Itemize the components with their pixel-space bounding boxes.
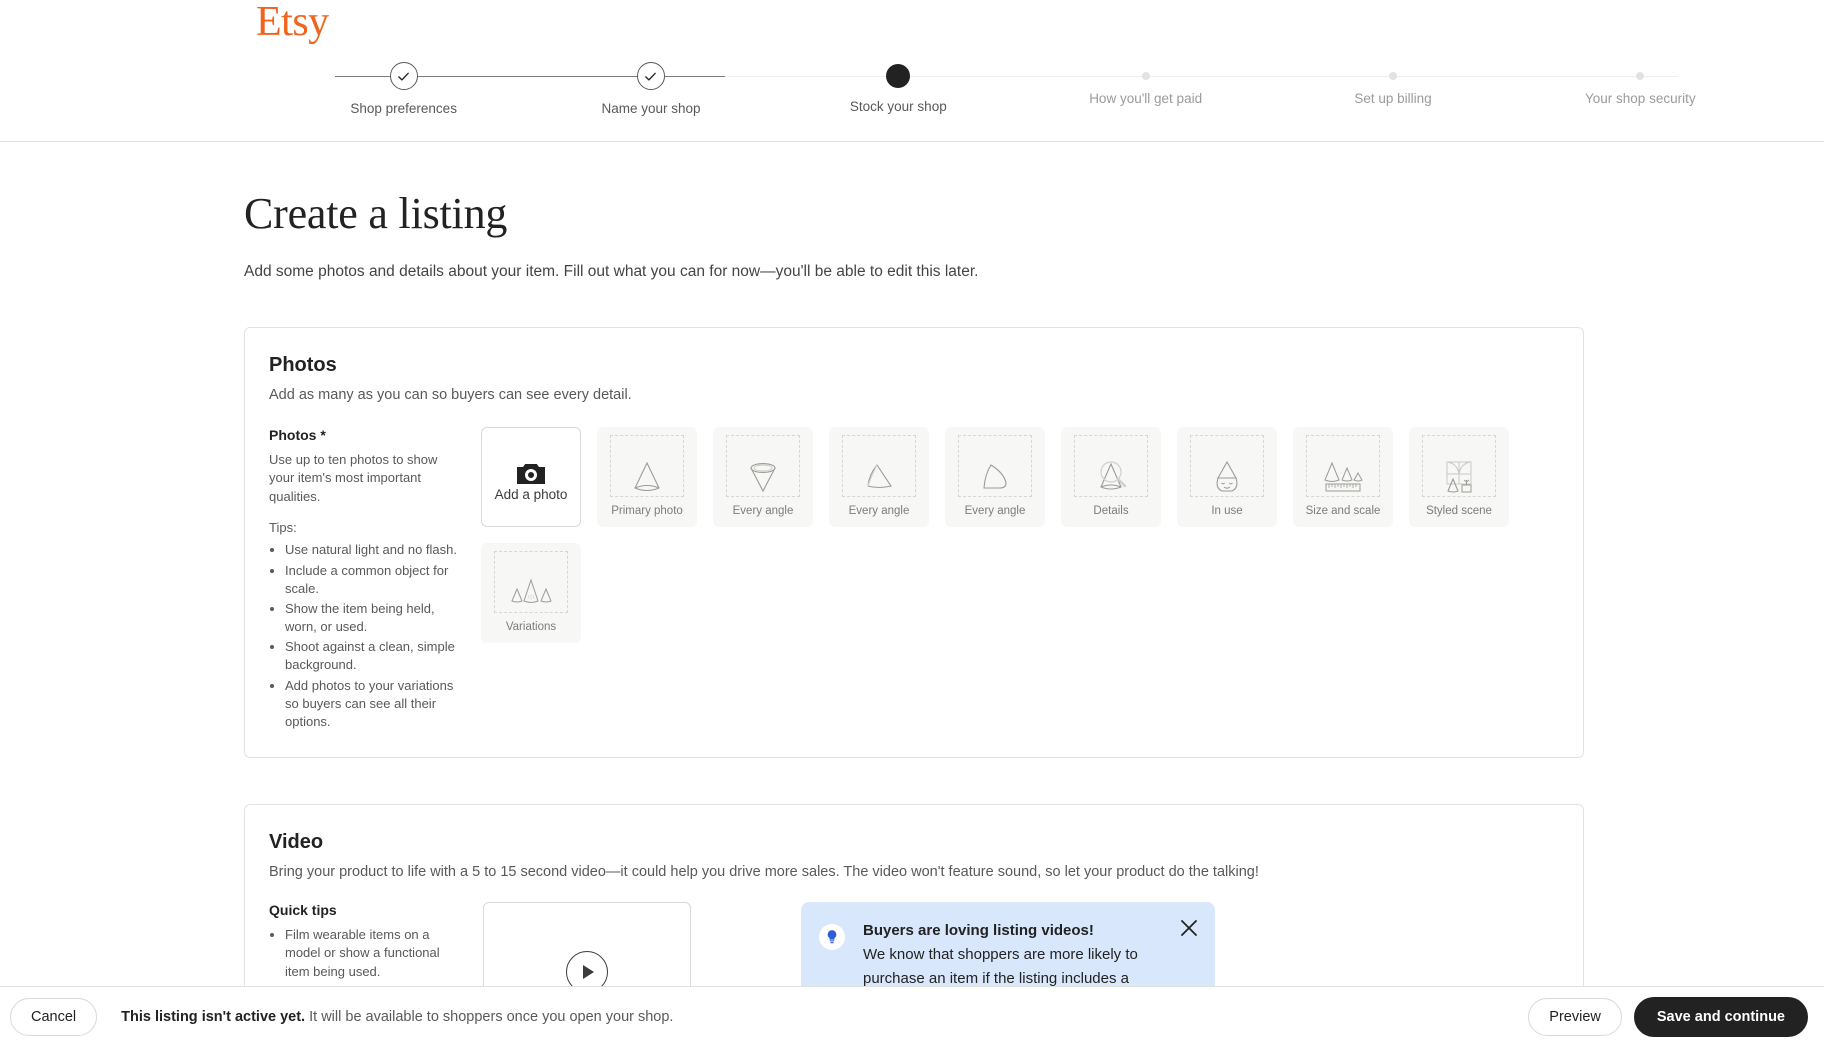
photos-tips-list: Use natural light and no flash. Include … — [269, 541, 461, 731]
lightbulb-glyph — [827, 930, 837, 944]
cone-tilted-icon — [983, 464, 1007, 489]
stepper-step-stock-your-shop[interactable]: Stock your shop — [775, 62, 1022, 116]
step-indicator-upcoming — [1636, 72, 1645, 80]
video-tips-title: Quick tips — [269, 902, 337, 919]
photo-tiles-grid: Add a photo Primary photo Every angle Ev… — [481, 427, 1559, 643]
stepper-step-label: How you'll get paid — [1089, 91, 1203, 106]
listing-status-rest: It will be available to shoppers once yo… — [309, 1008, 674, 1025]
photo-hint-label: Size and scale — [1305, 505, 1381, 517]
step-indicator-upcoming — [1141, 72, 1150, 80]
bottom-action-bar: Cancel This listing isn't active yet. It… — [0, 986, 1824, 1046]
step-indicator-upcoming — [1388, 72, 1397, 80]
photos-field-help: Use up to ten photos to show your item's… — [269, 452, 438, 504]
stepper-step-name-your-shop[interactable]: Name your shop — [527, 62, 774, 116]
cone-icon — [634, 461, 660, 492]
close-icon[interactable] — [1179, 918, 1199, 938]
photo-hint-tile-size-and-scale: Size and scale — [1293, 427, 1393, 527]
stepper-step-label: Name your shop — [601, 101, 701, 116]
check-icon — [398, 72, 409, 81]
list-item: Shoot against a clean, simple background… — [285, 638, 461, 674]
check-icon — [645, 72, 657, 81]
photo-hint-label: Styled scene — [1426, 505, 1492, 517]
add-photo-label: Add a photo — [494, 487, 568, 502]
stepper-step-set-up-billing[interactable]: Set up billing — [1269, 62, 1516, 116]
photo-hint-label: Details — [1093, 505, 1129, 517]
photo-hint-tile-primary-photo: Primary photo — [597, 427, 697, 527]
photos-card: Photos Add as many as you can so buyers … — [244, 327, 1584, 759]
page-title: Create a listing — [244, 189, 508, 238]
photo-hint-label: In use — [1211, 505, 1243, 517]
camera-icon — [517, 464, 545, 484]
listing-status-text: This listing isn't active yet. It will b… — [121, 1009, 673, 1025]
page-header: Etsy Shop preferences Name your shop Sto… — [0, 0, 1824, 142]
cancel-button[interactable]: Cancel — [10, 997, 98, 1036]
cone-top-view-icon — [750, 463, 776, 493]
magnifier-cone-icon — [1100, 461, 1127, 490]
list-item: Use natural light and no flash. — [285, 541, 461, 559]
callout-title: Buyers are loving listing videos! — [863, 922, 1094, 940]
stepper-step-your-shop-security[interactable]: Your shop security — [1517, 62, 1764, 116]
list-item: Include a common object for scale. — [285, 562, 461, 598]
save-and-continue-button[interactable]: Save and continue — [1633, 996, 1808, 1037]
cone-on-face-icon — [1216, 460, 1238, 492]
photo-hint-label: Every angle — [848, 505, 910, 517]
step-indicator-done — [636, 62, 665, 90]
photo-hint-tile-variations: Variations — [481, 543, 581, 643]
video-section-title: Video — [269, 831, 324, 854]
photos-field-label: Photos * — [269, 427, 326, 443]
list-item: Add photos to your variations so buyers … — [285, 677, 461, 732]
photos-help-column: Photos * Use up to ten photos to show yo… — [269, 427, 481, 733]
video-section-subtitle: Bring your product to life with a 5 to 1… — [269, 864, 1259, 881]
page-subtitle: Add some photos and details about your i… — [244, 263, 979, 280]
etsy-logo[interactable]: Etsy — [256, 0, 329, 46]
step-indicator-done — [389, 62, 418, 90]
cone-side-angle-icon — [867, 464, 892, 489]
stepper-step-how-youll-get-paid[interactable]: How you'll get paid — [1022, 62, 1269, 116]
onboarding-stepper: Shop preferences Name your shop Stock yo… — [280, 62, 1764, 122]
photo-hint-tile-details: Details — [1061, 427, 1161, 527]
stepper-step-label: Set up billing — [1354, 91, 1432, 106]
window-scene-icon — [1446, 461, 1472, 493]
three-cones-icon — [511, 578, 552, 603]
photo-hint-tile-in-use: In use — [1177, 427, 1277, 527]
stepper-step-label: Stock your shop — [849, 99, 947, 114]
page-scroll-area[interactable]: Create a listing Add some photos and det… — [0, 142, 1824, 1046]
photo-hint-tile-every-angle-side: Every angle — [829, 427, 929, 527]
lightbulb-icon — [819, 924, 845, 951]
photo-hint-label: Variations — [505, 621, 557, 633]
stepper-step-label: Shop preferences — [350, 101, 457, 116]
photos-section-subtitle: Add as many as you can so buyers can see… — [269, 387, 632, 403]
add-photo-tile[interactable]: Add a photo — [481, 427, 581, 527]
photo-hint-label: Every angle — [732, 505, 794, 517]
preview-button[interactable]: Preview — [1528, 997, 1622, 1036]
photo-hint-tile-every-angle-top: Every angle — [713, 427, 813, 527]
photos-section-title: Photos — [269, 354, 337, 376]
cones-ruler-icon — [1324, 461, 1363, 492]
list-item: Show the item being held, worn, or used. — [285, 600, 461, 636]
photo-hint-label: Every angle — [964, 505, 1026, 517]
photos-tips-title: Tips: — [269, 520, 297, 536]
list-item: Film wearable items on a model or show a… — [285, 926, 461, 981]
photo-hint-tile-styled-scene: Styled scene — [1409, 427, 1509, 527]
photo-hint-tile-every-angle-tilted: Every angle — [945, 427, 1045, 527]
stepper-step-label: Your shop security — [1585, 91, 1696, 106]
play-triangle — [583, 965, 594, 980]
listing-status-bold: This listing isn't active yet. — [121, 1008, 306, 1025]
step-indicator-current — [886, 64, 911, 88]
photo-hint-label: Primary photo — [611, 505, 683, 517]
stepper-step-shop-preferences[interactable]: Shop preferences — [280, 62, 527, 116]
